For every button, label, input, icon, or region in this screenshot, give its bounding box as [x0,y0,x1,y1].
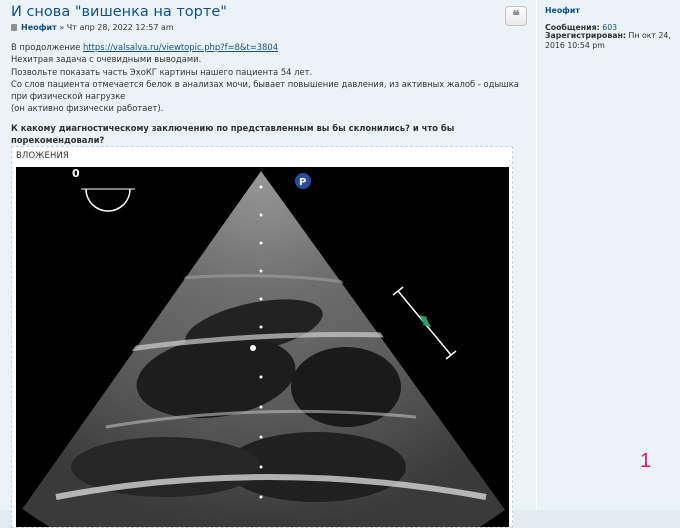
depth-zero-label: 0 [72,167,80,180]
intro-text: В продолжение [11,42,84,52]
profile-registered: Зарегистрирован: Пн окт 24, 2016 10:54 p… [545,31,680,51]
probe-marker: P [299,177,306,188]
post-profile: Неофит Сообщения: 603 Зарегистрирован: П… [536,0,680,510]
author-link[interactable]: Неофит [21,23,57,32]
attachments-box: ВЛОЖЕНИЯ 0 P [11,146,513,528]
post-date: » Чт апр 28, 2022 12:57 am [59,23,174,32]
topic-link[interactable]: https://valsalva.ru/viewtopic.php?f=8&t=… [83,42,278,52]
profile-username[interactable]: Неофит [545,6,580,15]
post: И снова "вишенка на торте" ❝ Неофит » Чт… [0,0,680,528]
content-line: Нехитрая задача с очевидными выводами. [11,54,202,65]
post-title[interactable]: И снова "вишенка на торте" [11,4,227,20]
post-author: Неофит » Чт апр 28, 2022 12:57 am [11,23,174,32]
caliper-marker [392,286,457,360]
attachments-title: ВЛОЖЕНИЯ [16,150,69,160]
quote-button[interactable]: ❝ [505,6,527,26]
content-line: Со слов пациента отмечается белок в анал… [11,78,519,102]
post-body: И снова "вишенка на торте" ❝ Неофит » Чт… [8,0,527,528]
post-content: В продолжение https://valsalva.ru/viewto… [11,41,523,146]
quote-icon: ❝ [512,8,520,24]
overlay-number: 1 [640,450,652,472]
content-line: (он активно физически работает). [11,103,164,114]
post-icon[interactable] [11,24,17,31]
content-line: Позвольте показать часть ЭхоКГ картины н… [11,66,313,77]
registered-label: Зарегистрирован: [545,31,627,40]
question-text: К какому диагностическому заключению по … [11,122,455,146]
echo-scan-graphic: 0 P [20,167,509,527]
echo-image[interactable]: 0 P [16,167,509,527]
